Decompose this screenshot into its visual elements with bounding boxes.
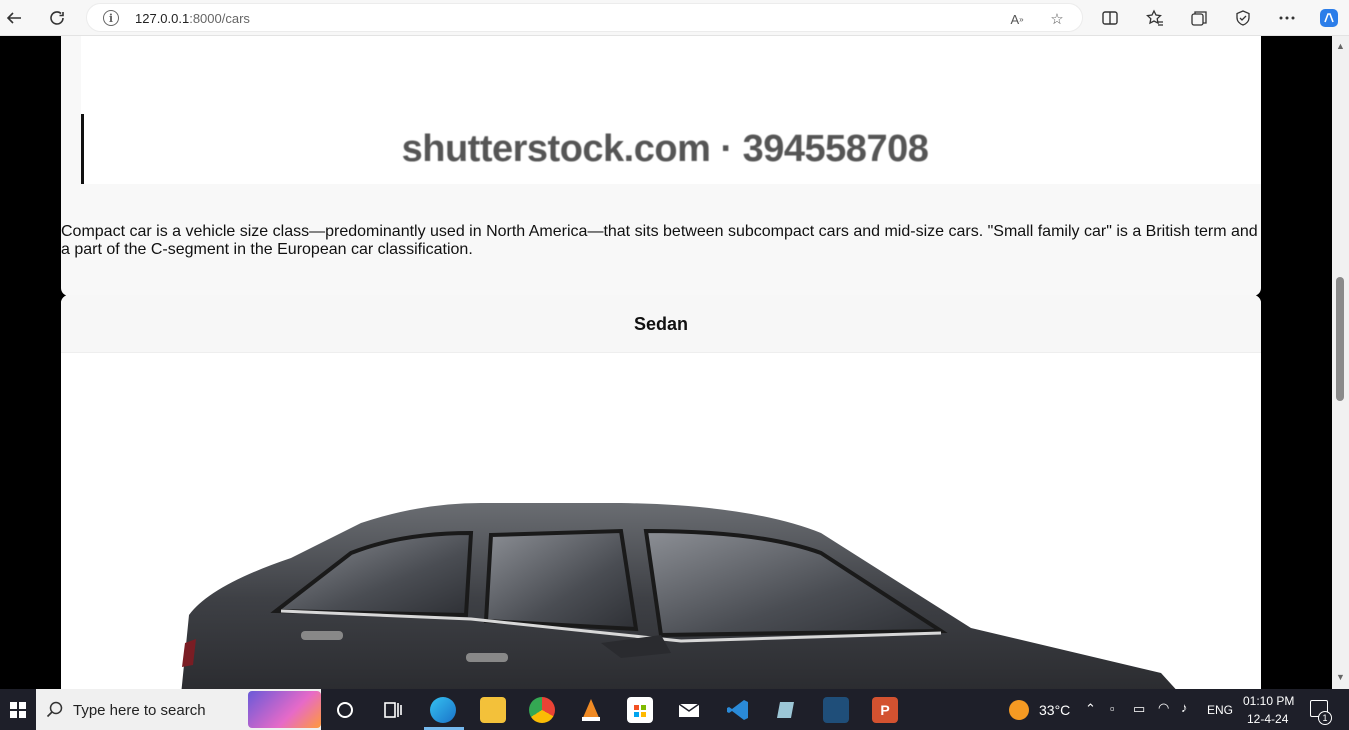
car-description: Compact car is a vehicle size class—pred… <box>61 223 1258 258</box>
more-options-icon[interactable] <box>1273 4 1301 32</box>
vlc-icon[interactable] <box>578 697 604 723</box>
copilot-icon[interactable] <box>1315 4 1343 32</box>
battery-icon[interactable]: ▭ <box>1133 701 1145 717</box>
task-view-icon[interactable] <box>380 697 406 723</box>
page-scrollbar[interactable]: ▲ ▼ <box>1332 36 1349 689</box>
search-icon <box>46 701 63 718</box>
scrollbar-thumb[interactable] <box>1336 277 1344 401</box>
file-explorer-icon[interactable] <box>480 697 506 723</box>
language-indicator[interactable]: ENG <box>1207 703 1233 717</box>
scroll-down-arrow-icon[interactable]: ▼ <box>1335 672 1346 683</box>
read-aloud-icon[interactable]: A» <box>1007 9 1027 29</box>
vscode-icon[interactable] <box>725 697 751 723</box>
windows-start-icon[interactable] <box>0 689 36 730</box>
favorite-star-icon[interactable]: ☆ <box>1047 9 1067 29</box>
edge-browser-icon[interactable] <box>430 697 456 723</box>
search-highlight-image <box>248 691 321 728</box>
card-header: Sedan <box>61 295 1261 353</box>
notification-count-badge: 1 <box>1318 711 1332 725</box>
refresh-icon[interactable] <box>43 4 71 32</box>
windows-taskbar: Type here to search P 33°C ⌃ ▫ ▭ ◠ ♪ ENG… <box>0 689 1349 730</box>
mysql-workbench-icon[interactable] <box>823 697 849 723</box>
car-card-compact: shutterstock.com · 394558708 Compact car… <box>61 36 1261 296</box>
show-hidden-icons-icon[interactable]: ⌃ <box>1085 701 1096 717</box>
back-icon[interactable] <box>0 4 28 32</box>
card-title: Sedan <box>633 314 689 334</box>
sedan-car-image <box>181 503 1176 689</box>
split-screen-icon[interactable] <box>1096 4 1124 32</box>
clock-date[interactable]: 12-4-24 <box>1247 712 1288 726</box>
url-text: 127.0.0.1:8000/cars <box>135 11 250 26</box>
image-watermark: shutterstock.com · 394558708 <box>401 128 929 170</box>
car-card-sedan: Sedan <box>61 295 1261 689</box>
weather-sun-icon[interactable] <box>1009 700 1029 720</box>
microsoft-store-icon[interactable] <box>627 697 653 723</box>
favorites-icon[interactable] <box>1141 4 1169 32</box>
meet-now-icon[interactable]: ▫ <box>1110 701 1115 716</box>
mail-icon[interactable] <box>676 697 702 723</box>
site-info-icon[interactable]: i <box>103 10 119 26</box>
notes-app-icon[interactable] <box>774 697 800 723</box>
cortana-icon[interactable] <box>332 697 358 723</box>
powerpoint-icon[interactable]: P <box>872 697 898 723</box>
browser-toolbar: i 127.0.0.1:8000/cars A» ☆ <box>0 0 1349 36</box>
clock-time[interactable]: 01:10 PM <box>1243 694 1294 708</box>
volume-icon[interactable]: ♪ <box>1181 700 1188 715</box>
taskbar-search-box[interactable]: Type here to search <box>36 689 321 730</box>
network-icon[interactable]: ◠ <box>1158 700 1169 716</box>
collections-icon[interactable] <box>1185 4 1213 32</box>
weather-temperature[interactable]: 33°C <box>1039 702 1070 718</box>
browser-essentials-icon[interactable] <box>1229 4 1257 32</box>
address-bar[interactable]: i 127.0.0.1:8000/cars A» ☆ <box>86 3 1083 32</box>
search-placeholder: Type here to search <box>73 702 206 719</box>
page-viewport: shutterstock.com · 394558708 Compact car… <box>0 36 1332 689</box>
scroll-up-arrow-icon[interactable]: ▲ <box>1335 41 1346 52</box>
chrome-icon[interactable] <box>529 697 555 723</box>
